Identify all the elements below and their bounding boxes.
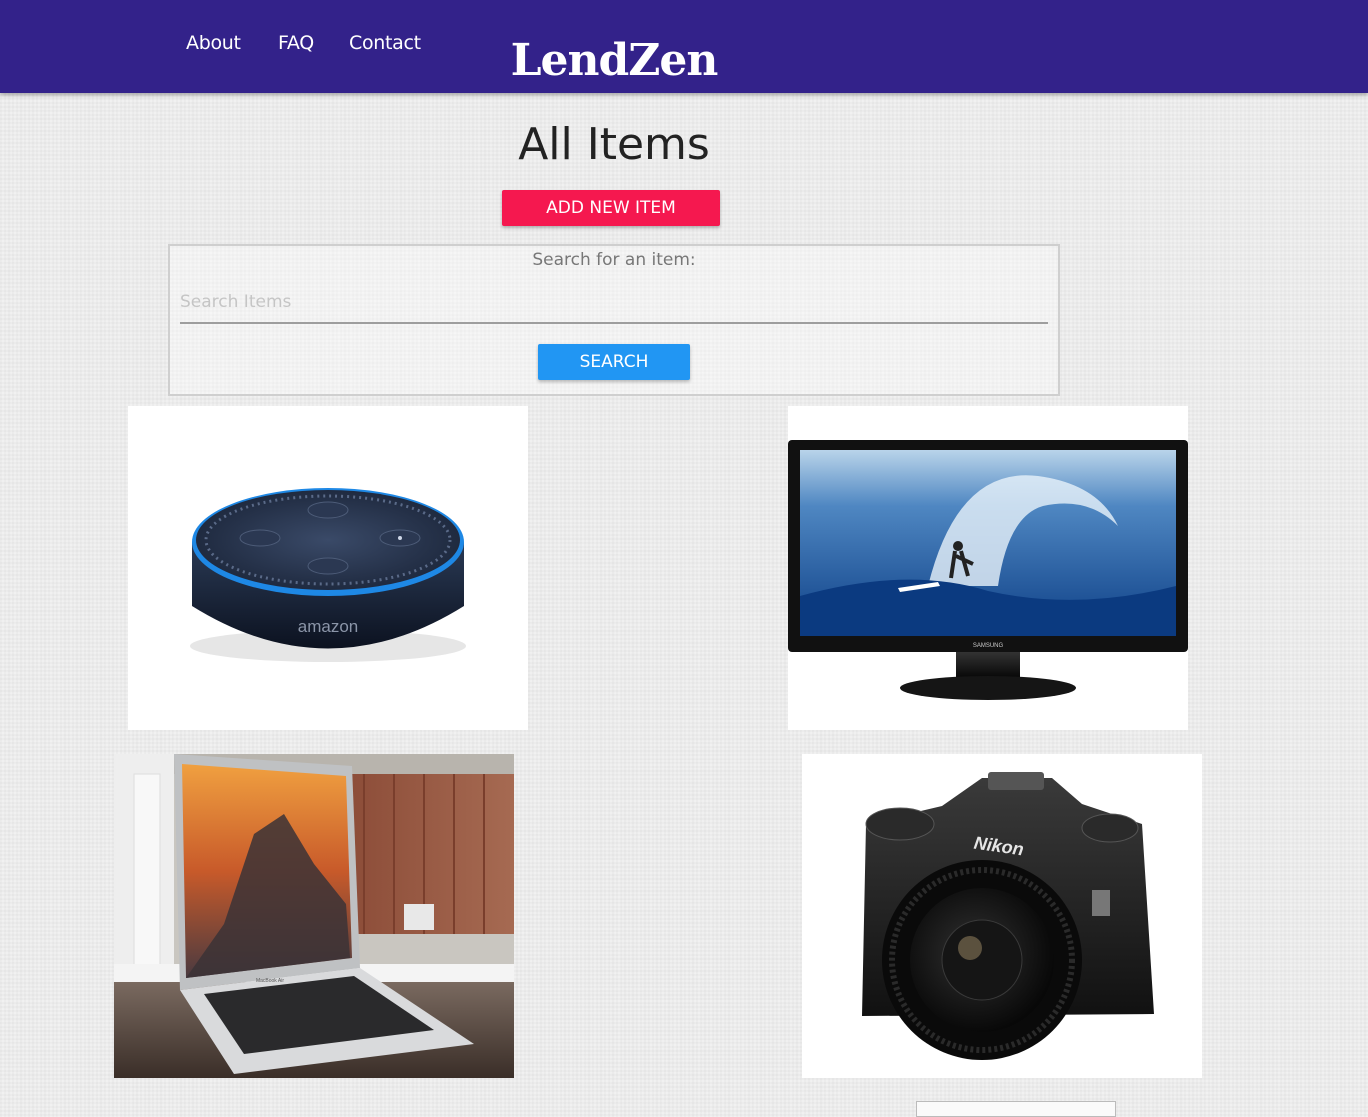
dslr-camera-image: Nikon — [862, 772, 1154, 1060]
brand-logo[interactable]: LendZen — [0, 36, 1228, 86]
search-input[interactable] — [180, 282, 1048, 324]
search-button[interactable]: SEARCH — [538, 344, 690, 380]
search-label: Search for an item: — [532, 250, 696, 270]
speaker-brand-text: amazon — [298, 617, 358, 636]
computer-monitor-image: SAMSUNG — [788, 440, 1188, 700]
add-new-item-button[interactable]: ADD NEW ITEM — [502, 190, 720, 226]
item-card-dslr-camera[interactable]: Nikon — [802, 754, 1202, 1078]
page-title: All Items — [518, 119, 710, 170]
laptop-brand-text: MacBook Air — [256, 978, 284, 984]
item-card-computer-monitor[interactable]: SAMSUNG — [788, 406, 1188, 730]
laptop-image: MacBook Air — [114, 754, 514, 1078]
navbar: About FAQ Contact LendZen — [0, 0, 1368, 93]
smart-speaker-image: amazon — [190, 488, 466, 662]
item-card-partial[interactable] — [916, 1101, 1116, 1117]
item-card-smart-speaker[interactable]: amazon — [128, 406, 528, 730]
monitor-brand-text: SAMSUNG — [973, 643, 1004, 649]
search-panel: Search for an item: SEARCH — [168, 244, 1060, 396]
item-card-laptop[interactable]: MacBook Air — [114, 754, 514, 1078]
